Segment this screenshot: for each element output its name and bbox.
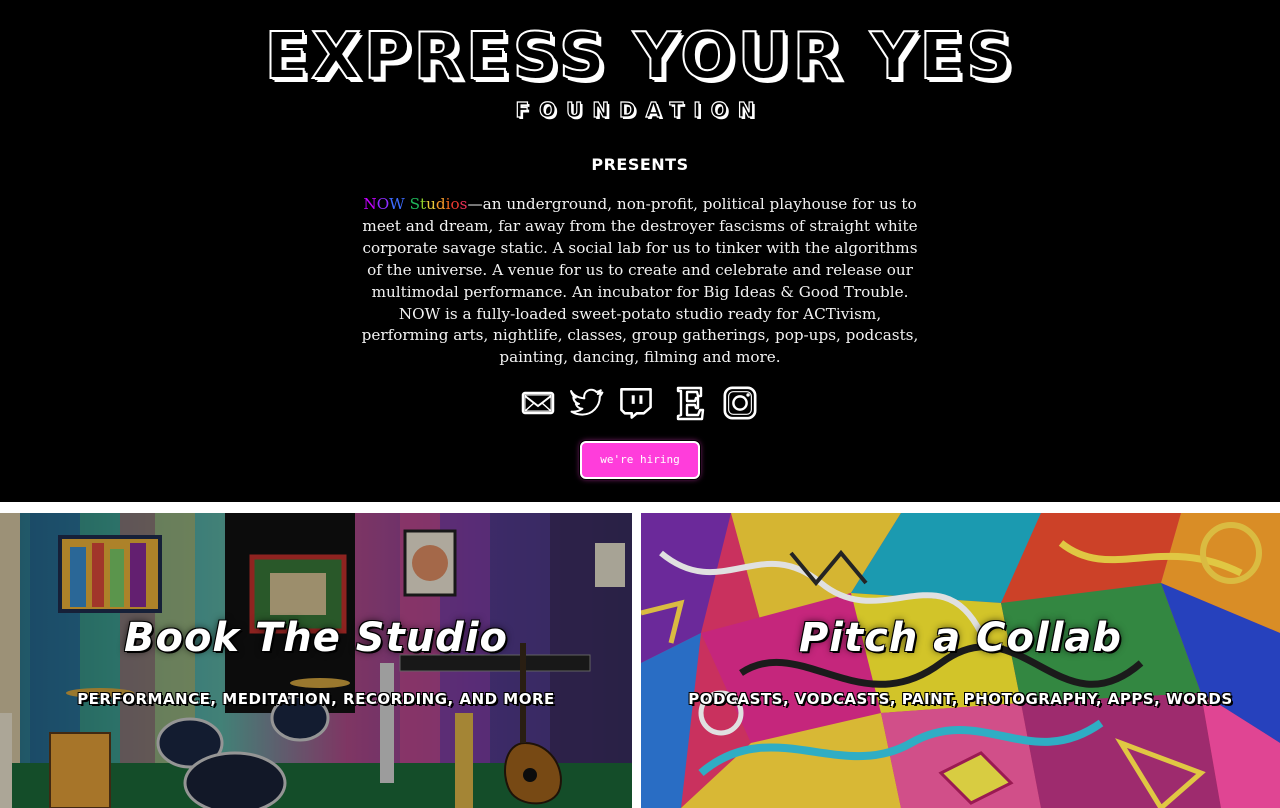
etsy-icon[interactable] xyxy=(672,384,708,422)
feature-panels: Book The Studio Performance, meditation,… xyxy=(0,505,1280,808)
pitch-collab-subtitle: Podcasts, vodcasts, paint, photography, … xyxy=(688,690,1233,708)
pitch-collab-panel[interactable]: Pitch a Collab Podcasts, vodcasts, paint… xyxy=(641,513,1280,808)
intro-paragraph: NOW Studios—an underground, non-profit, … xyxy=(360,194,920,369)
presents-label: Presents xyxy=(591,155,689,174)
social-links xyxy=(520,384,760,424)
twitter-icon[interactable] xyxy=(570,384,606,422)
site-title[interactable]: EXPRESS YOUR YES xyxy=(0,21,1280,93)
pitch-collab-title: Pitch a Collab xyxy=(798,615,1123,661)
book-studio-title: Book The Studio xyxy=(123,615,509,661)
hiring-button[interactable]: we're hiring xyxy=(580,441,700,479)
mail-icon[interactable] xyxy=(520,384,556,422)
site-subtitle: FOUNDATION xyxy=(515,97,765,122)
brand-name: NOW Studios xyxy=(363,195,468,213)
intro-text: —an underground, non-profit, political p… xyxy=(361,195,919,367)
instagram-icon[interactable] xyxy=(722,384,758,422)
book-studio-subtitle: Performance, meditation, recording, and … xyxy=(77,690,555,708)
twitch-icon[interactable] xyxy=(618,384,654,422)
book-studio-panel[interactable]: Book The Studio Performance, meditation,… xyxy=(0,513,632,808)
site-header: EXPRESS YOUR YES FOUNDATION Presents NOW… xyxy=(0,0,1280,502)
